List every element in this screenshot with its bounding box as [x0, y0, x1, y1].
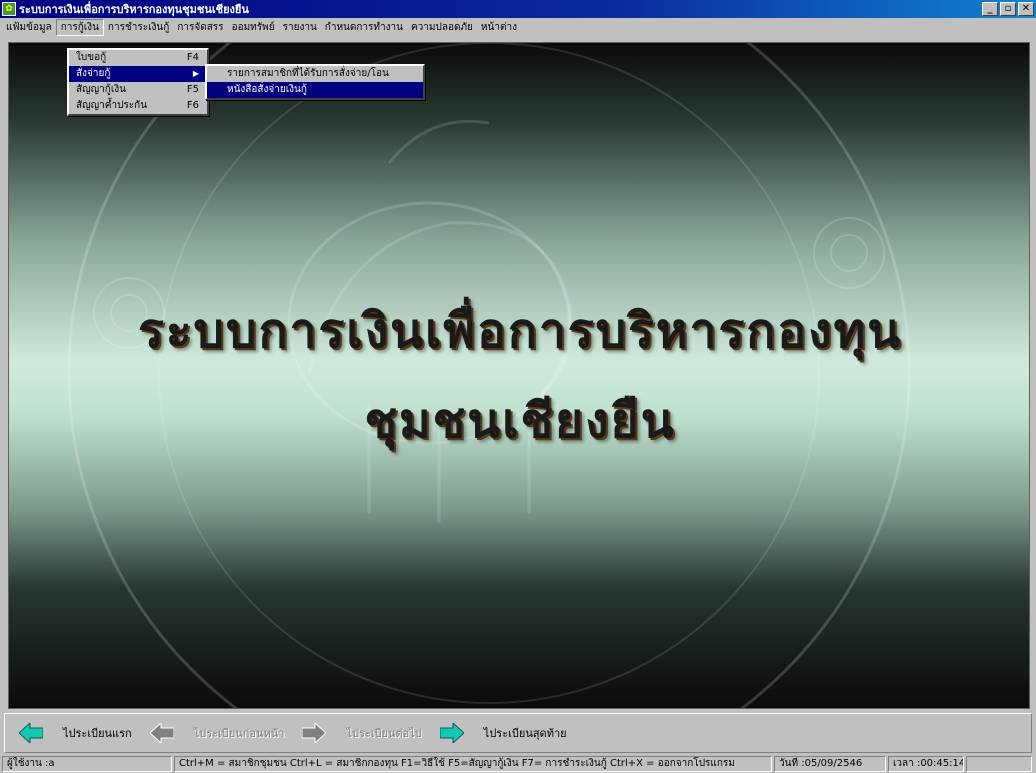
- window-title: ระบบการเงินเพื่อการบริหารกองทุนชุมชนเชีย…: [19, 3, 249, 16]
- status-time: เวลา :00:45:14: [888, 756, 964, 772]
- splash-title-line2: ชุมชนเชียงยืน: [364, 393, 676, 449]
- splash-title-line1: ระบบการเงินเพื่อการบริหารกองทุน: [137, 303, 903, 359]
- main-client-area: ระบบการเงินเพื่อการบริหารกองทุน ชุมชนเชี…: [8, 42, 1030, 709]
- first-record-button[interactable]: ไประเบียนแรก: [19, 718, 132, 748]
- status-date: วันที่ :05/09/2546: [774, 756, 886, 772]
- seal-watermark: [67, 43, 911, 708]
- menu-item-payout-letter[interactable]: หนังสือสั่งจ่ายเงินกู้: [207, 82, 423, 98]
- last-record-button[interactable]: ไประเบียนสุดท้าย: [439, 718, 567, 748]
- app-icon[interactable]: ✿: [2, 2, 16, 16]
- menu-item-payout-members-list[interactable]: รายการสมาชิกที่ได้รับการสั่งจ่าย/โอน: [207, 66, 423, 82]
- loan-dropdown-menu: ใบขอกู้ F4 สั่งจ่ายกู้ ▶ สัญญากู้เงิน F5 สั…: [67, 48, 209, 116]
- menu-schedule[interactable]: กำหนดการทำงาน: [321, 19, 407, 36]
- menu-allocation[interactable]: การจัดสรร: [173, 19, 227, 36]
- arrow-right-icon: [439, 723, 464, 743]
- submenu-arrow-icon: ▶: [192, 69, 199, 78]
- status-bar: ผู้ใช้งาน :a Ctrl+M = สมาชิกชุมชน Ctrl+L…: [0, 755, 1036, 773]
- title-bar[interactable]: ✿ ระบบการเงินเพื่อการบริหารกองทุนชุมชนเช…: [0, 0, 1036, 18]
- maximize-button[interactable]: ▫: [1000, 2, 1016, 16]
- previous-record-button[interactable]: ไประเบียนก่อนหน้า: [149, 718, 284, 748]
- arrow-left-icon: [149, 723, 174, 743]
- minimize-button[interactable]: _: [982, 2, 998, 16]
- menu-item-loan-request[interactable]: ใบขอกู้ F4: [69, 50, 207, 66]
- window-controls: _ ▫ ✕: [982, 2, 1034, 16]
- record-navigation-toolbar: ไประเบียนแรก ไประเบียนก่อนหน้า ไประเบียน…: [4, 713, 1032, 753]
- status-user: ผู้ใช้งาน :a: [2, 756, 172, 772]
- payout-submenu: รายการสมาชิกที่ได้รับการสั่งจ่าย/โอน หนั…: [205, 64, 425, 100]
- menu-window[interactable]: หน้าต่าง: [477, 19, 521, 36]
- close-button[interactable]: ✕: [1018, 2, 1034, 16]
- menu-item-guarantee-contract[interactable]: สัญญาค้ำประกัน F6: [69, 98, 207, 114]
- menu-item-loan-payout[interactable]: สั่งจ่ายกู้ ▶: [69, 66, 207, 82]
- menu-security[interactable]: ความปลอดภัย: [407, 19, 477, 36]
- arrow-left-icon: [19, 723, 43, 743]
- menu-item-loan-contract[interactable]: สัญญากู้เงิน F5: [69, 82, 207, 98]
- next-record-button[interactable]: ไประเบียนต่อไป: [302, 718, 422, 748]
- menu-file[interactable]: แฟ้มข้อมูล: [2, 19, 56, 36]
- menu-bar: แฟ้มข้อมูล การกู้เงิน การชำระเงินกู้ การ…: [0, 18, 1036, 36]
- status-shortcuts: Ctrl+M = สมาชิกชุมชน Ctrl+L = สมาชิกกองท…: [174, 756, 772, 772]
- menu-savings[interactable]: ออมทรัพย์: [228, 19, 279, 36]
- menu-reports[interactable]: รายงาน: [279, 19, 321, 36]
- menu-repayment[interactable]: การชำระเงินกู้: [104, 19, 173, 36]
- arrow-right-icon: [302, 723, 327, 743]
- menu-loan[interactable]: การกู้เงิน: [55, 18, 104, 36]
- status-empty: [966, 756, 1032, 772]
